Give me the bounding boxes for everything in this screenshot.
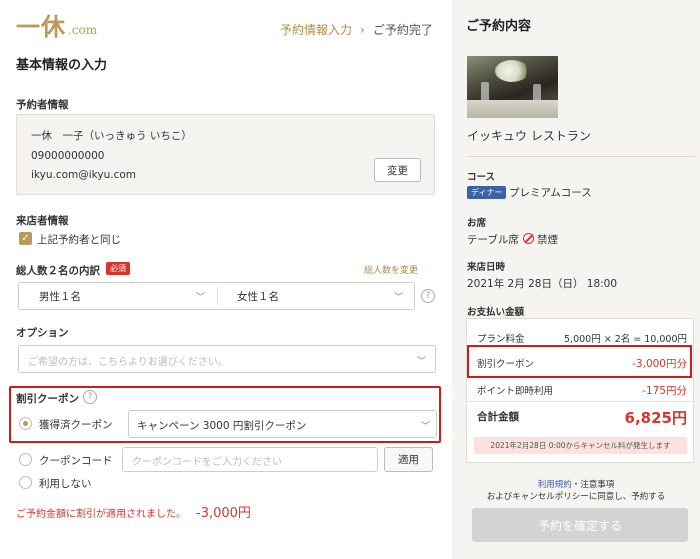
terms-line: 利用規約・注意事項: [537, 480, 615, 490]
chevron-down-icon: ﹀: [196, 293, 206, 303]
help-icon[interactable]: ?: [83, 390, 97, 404]
party-breakdown-select: 男性１名 ﹀ 女性１名 ﹀: [18, 282, 415, 310]
required-badge: 必須: [106, 262, 130, 275]
chevron-down-icon: ﹀: [394, 293, 404, 303]
datetime-label: 来店日時: [467, 262, 506, 273]
course-name: プレミアムコース: [509, 187, 592, 199]
acquired-coupon-select[interactable]: キャンペーン 3000 円割引クーポン ﹀: [128, 410, 437, 438]
coupon-applied-message: ご予約金額に割引が適用されました。 -3,000円: [16, 502, 251, 521]
same-as-booker-checkbox[interactable]: ✓: [19, 232, 32, 245]
step-current: 予約情報入力: [280, 23, 353, 37]
cancel-fee-note: 2021年2月28日 0:00からキャンセル料が発生します: [474, 437, 687, 454]
dinner-tag: ディナー: [467, 186, 507, 199]
total-value: 6,825円: [624, 409, 687, 427]
confirm-reservation-button[interactable]: 予約を確定する: [472, 508, 688, 542]
radio-coupon-code[interactable]: [19, 453, 32, 466]
points-value: -175円分: [642, 385, 687, 397]
booker-phone: 09000000000: [31, 150, 105, 162]
chevron-right-icon: ›: [360, 22, 365, 37]
same-as-booker-label[interactable]: 上記予約者と同じ: [37, 232, 121, 247]
reservation-summary: ご予約内容 イッキュウ レストラン コース ディナー プレミアムコース お席 テ…: [452, 0, 700, 559]
applied-message-text: ご予約金額に割引が適用されました。: [16, 509, 186, 520]
option-select[interactable]: ご希望の方は、こちらよりお選びください。 ﹀: [18, 345, 436, 373]
booker-name: 一休 一子（いっきゅう いちこ）: [31, 130, 192, 142]
change-booker-button[interactable]: 変更: [374, 158, 421, 182]
visitor-section-label: 来店者情報: [16, 215, 69, 227]
divider: [217, 287, 218, 305]
terms-agreement: およびキャンセルポリシーに同意し、予約する: [486, 492, 666, 502]
male-count-value: 男性１名: [39, 290, 81, 303]
summary-title: ご予約内容: [466, 19, 532, 34]
no-coupon-label[interactable]: 利用しない: [39, 476, 92, 491]
option-section-label: オプション: [16, 327, 69, 339]
chevron-down-icon: ﹀: [417, 357, 427, 367]
option-placeholder: ご希望の方は、こちらよりお選びください。: [28, 357, 228, 368]
restaurant-name[interactable]: イッキュウ レストラン: [467, 127, 591, 144]
payment-label: お支払い金額: [467, 307, 525, 318]
radio-no-coupon[interactable]: [19, 476, 32, 489]
seat-label: お席: [467, 218, 487, 229]
page-title: 基本情報の入力: [16, 58, 108, 73]
female-count-value: 女性１名: [237, 290, 279, 303]
checkmark-icon: ✓: [21, 232, 30, 244]
progress-steps: 予約情報入力 › ご予約完了: [280, 21, 433, 38]
points-label: ポイント即時利用: [477, 386, 554, 397]
notes-link[interactable]: 注意事項: [580, 480, 614, 490]
chevron-down-icon: ﹀: [421, 422, 431, 432]
plan-value: 5,000円 × 2名 = 10,000円: [564, 334, 687, 345]
coupon-discount-highlight: [467, 345, 692, 378]
acquired-coupon-label[interactable]: 獲得済クーポン: [39, 417, 113, 432]
course-label: コース: [467, 172, 496, 183]
restaurant-photo: [467, 56, 558, 118]
logo-suffix: .com: [68, 23, 98, 37]
radio-acquired-coupon[interactable]: [19, 417, 32, 430]
coupon-code-placeholder: クーポンコードをご入力ください: [132, 457, 282, 468]
female-count-select[interactable]: 女性１名 ﹀: [237, 283, 413, 309]
apply-coupon-button[interactable]: 適用: [384, 447, 433, 472]
help-icon[interactable]: ?: [421, 289, 435, 303]
seat-value: テーブル席: [467, 234, 519, 246]
divider: [467, 156, 695, 157]
plan-label: プラン料金: [477, 334, 525, 345]
ikyu-logo[interactable]: 一休 .com: [16, 10, 97, 40]
change-party-size-link[interactable]: 総人数を変更: [364, 263, 418, 276]
terms-link[interactable]: 利用規約: [538, 480, 572, 490]
applied-amount: -3,000円: [196, 506, 251, 521]
coupon-section-label: 割引クーポン: [16, 393, 79, 405]
booker-section-label: 予約者情報: [16, 99, 69, 111]
no-smoking-icon: [523, 233, 534, 244]
logo-main-text: 一休: [16, 12, 66, 41]
acquired-coupon-value: キャンペーン 3000 円割引クーポン: [137, 420, 307, 432]
step-next: ご予約完了: [372, 23, 433, 37]
booker-email: ikyu.com@ikyu.com: [31, 169, 137, 181]
booking-form: 一休 .com 予約情報入力 › ご予約完了 基本情報の入力 予約者情報 一休 …: [0, 0, 452, 559]
party-section-label: 総人数２名の内訳: [16, 265, 100, 277]
coupon-code-label[interactable]: クーポンコード: [39, 453, 113, 468]
booker-info-box: 一休 一子（いっきゅう いちこ） 09000000000 ikyu.com@ik…: [16, 114, 435, 195]
total-label: 合計金額: [477, 411, 519, 423]
smoking-value: 禁煙: [537, 234, 558, 246]
coupon-code-input[interactable]: クーポンコードをご入力ください: [122, 447, 378, 472]
datetime-value: 2021年 2月 28日（日） 18:00: [467, 278, 618, 290]
male-count-select[interactable]: 男性１名 ﹀: [39, 283, 215, 309]
